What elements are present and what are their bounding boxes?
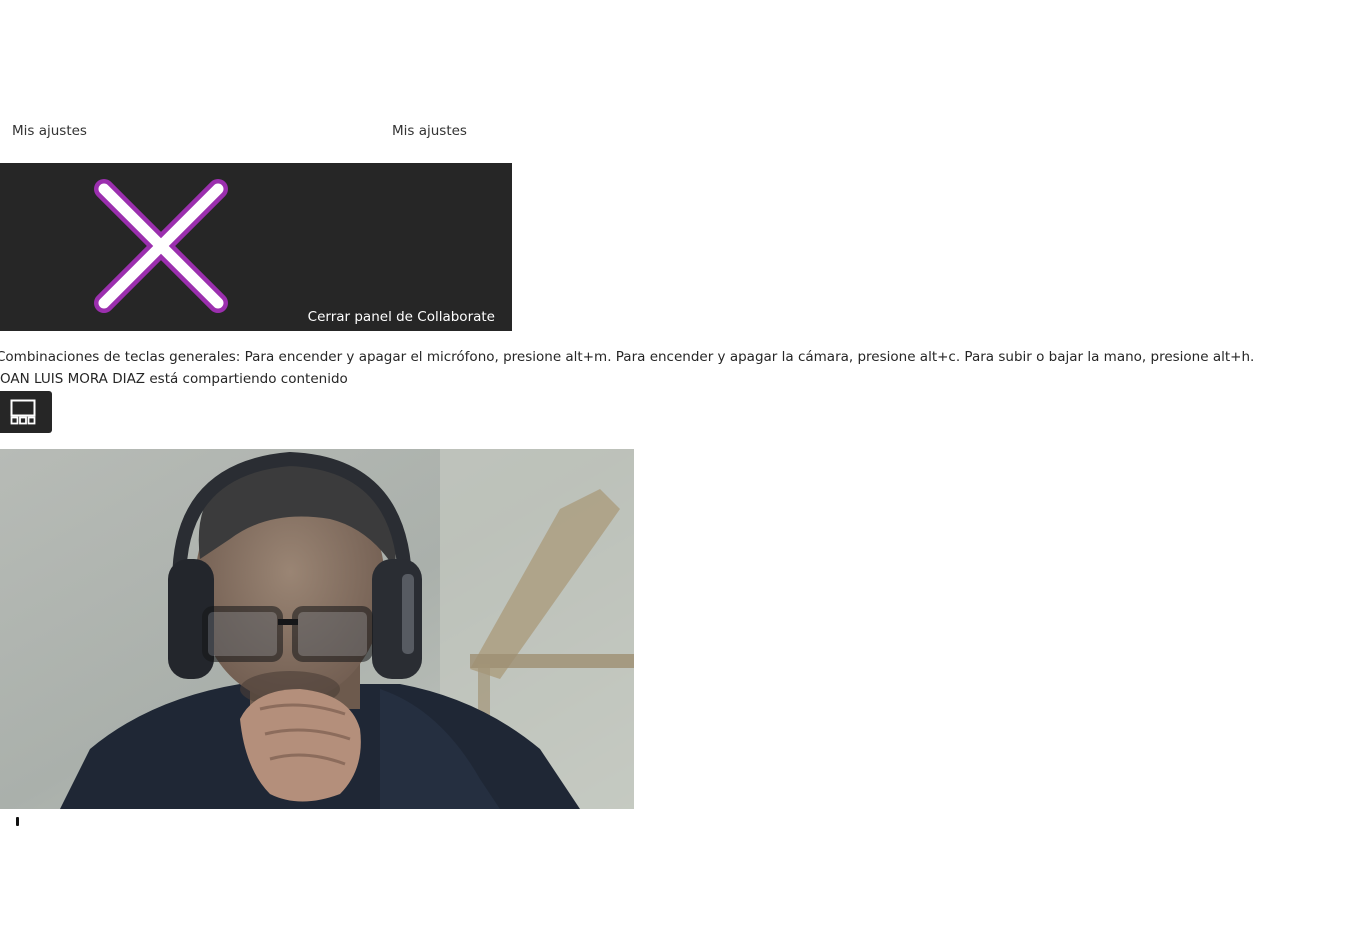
mouse-cursor-icon: [16, 817, 19, 826]
video-frame: [0, 449, 634, 809]
close-panel-label: Cerrar panel de Collaborate: [307, 309, 495, 325]
collaborate-page: Mis ajustes Mis ajustes Cerrar panel de …: [0, 0, 1359, 935]
my-settings-label-left[interactable]: Mis ajustes: [12, 123, 87, 139]
close-x-icon: [94, 179, 228, 313]
keyboard-shortcuts-text: Combinaciones de teclas generales: Para …: [0, 349, 1255, 365]
layout-toggle-button[interactable]: [0, 391, 52, 433]
layout-grid-icon: [10, 399, 36, 425]
my-settings-label-right[interactable]: Mis ajustes: [392, 123, 467, 139]
close-collaborate-panel-button[interactable]: Cerrar panel de Collaborate: [0, 163, 512, 331]
content-sharing-status: JOAN LUIS MORA DIAZ está compartiendo co…: [0, 371, 348, 387]
participant-video[interactable]: [0, 449, 634, 809]
